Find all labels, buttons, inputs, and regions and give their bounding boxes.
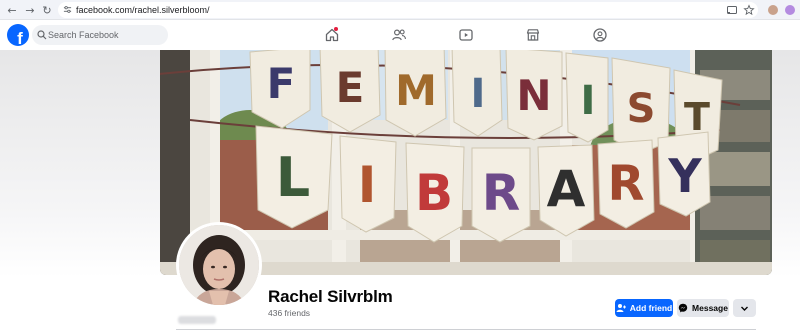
add-friend-label: Add friend (629, 303, 673, 313)
profile-divider (176, 329, 756, 330)
messenger-icon (678, 303, 688, 313)
banner-letter: Y (667, 149, 702, 203)
marketplace-icon[interactable] (525, 27, 541, 43)
search-placeholder: Search Facebook (48, 30, 119, 40)
back-arrow-icon[interactable]: ← (5, 3, 19, 17)
profile-name: Rachel Silvrblm (268, 287, 393, 306)
banner-letter: I (471, 71, 486, 117)
search-box[interactable]: Search Facebook (32, 25, 168, 45)
site-settings-icon[interactable] (63, 5, 72, 14)
browser-toolbar: ← → ↻ facebook.com/rachel.silverbloom/ (0, 0, 800, 20)
facebook-logo[interactable]: f (7, 24, 29, 46)
blurred-detail (178, 316, 216, 324)
message-label: Message (692, 303, 728, 313)
extension-avatar-icon[interactable] (767, 4, 779, 16)
banner-letter: E (336, 63, 365, 112)
banner-letter: A (547, 160, 586, 218)
banner-letter: I (358, 156, 377, 214)
banner-letter: M (395, 66, 437, 115)
banner-letter: I (581, 78, 596, 124)
add-friend-button[interactable]: Add friend (615, 299, 673, 317)
bookmark-star-icon[interactable] (743, 4, 755, 16)
forward-arrow-icon[interactable]: → (23, 3, 37, 17)
cast-icon[interactable] (726, 4, 738, 16)
profile-photo (179, 225, 259, 305)
groups-icon[interactable] (592, 27, 608, 43)
friends-icon[interactable] (391, 27, 407, 43)
banner-letter: B (415, 164, 453, 222)
reload-icon[interactable]: ↻ (40, 3, 54, 17)
friends-count[interactable]: 436 friends (268, 308, 310, 318)
banner-letter: L (276, 146, 310, 209)
banner-letter: S (627, 86, 656, 132)
notification-dot (334, 27, 338, 31)
banner-letter: R (482, 164, 521, 222)
address-bar[interactable]: facebook.com/rachel.silverbloom/ (58, 2, 758, 18)
profile-avatar-icon[interactable] (784, 4, 796, 16)
banner-letter: F (267, 59, 296, 108)
more-options-button[interactable] (733, 299, 756, 317)
watch-icon[interactable] (458, 27, 474, 43)
banner-letter: R (608, 156, 645, 212)
profile-picture[interactable] (176, 222, 262, 308)
search-icon (37, 30, 47, 40)
banner-letter: N (516, 71, 551, 120)
message-button[interactable]: Message (677, 299, 729, 317)
facebook-header: f Search Facebook (0, 20, 800, 50)
add-friend-icon (616, 304, 626, 312)
chevron-down-icon (741, 306, 748, 311)
url-text: facebook.com/rachel.silverbloom/ (76, 5, 210, 15)
